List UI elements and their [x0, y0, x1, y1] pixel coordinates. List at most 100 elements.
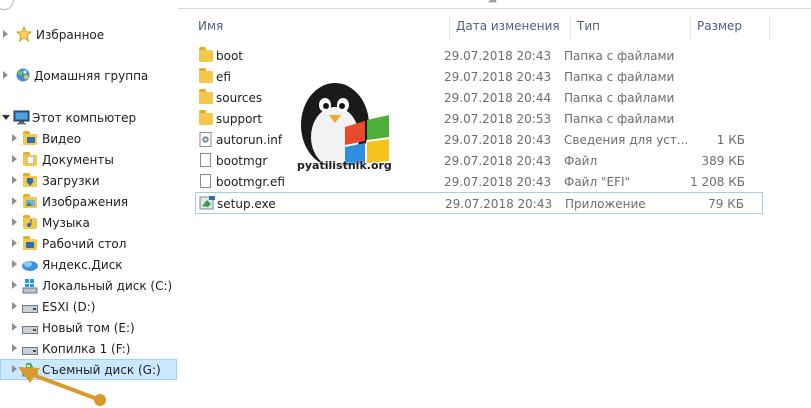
file-row[interactable]: bootmgr.efi 29.07.2018 20:43 Файл "EFI" …	[195, 172, 763, 192]
settings-file-icon	[199, 132, 213, 147]
setup-exe-icon	[199, 195, 215, 210]
nav-item-video[interactable]: Видео	[0, 129, 181, 149]
file-row[interactable]: bootmgr 29.07.2018 20:43 Файл 389 КБ	[195, 151, 763, 171]
nav-label: Домашняя группа	[34, 69, 149, 83]
expand-arrow-icon[interactable]	[12, 155, 17, 163]
folder-icon	[199, 47, 213, 62]
file-size: 79 КБ	[708, 197, 744, 211]
file-date: 29.07.2018 20:43	[444, 154, 552, 168]
expand-arrow-icon[interactable]	[12, 344, 17, 352]
file-type: Папка с файлами	[564, 112, 675, 126]
nav-label: Загрузки	[42, 174, 100, 188]
nav-label: ESXI (D:)	[42, 300, 96, 314]
file-date: 29.07.2018 20:43	[444, 49, 552, 63]
nav-label: Видео	[42, 132, 82, 146]
file-name: setup.exe	[217, 197, 276, 211]
column-divider[interactable]	[769, 15, 770, 41]
nav-label: Музыка	[42, 216, 90, 230]
file-date: 29.07.2018 20:53	[444, 112, 552, 126]
nav-label: Рабочий стол	[42, 237, 127, 251]
expand-arrow-icon[interactable]	[12, 260, 17, 268]
address-bar-area: · · · · · · · · · · · · · · · · · · · · …	[0, 0, 811, 12]
column-header-type[interactable]: Тип	[577, 19, 600, 43]
nav-label: Новый том (E:)	[42, 321, 135, 335]
expand-arrow-icon[interactable]	[12, 176, 17, 184]
folder-icon	[199, 89, 213, 104]
expand-arrow-icon[interactable]	[3, 30, 8, 38]
file-icon	[200, 174, 211, 188]
file-row[interactable]: sources 29.07.2018 20:44 Папка с файлами	[195, 88, 763, 108]
nav-item-drive-c[interactable]: Локальный диск (C:)	[0, 276, 181, 296]
watermark-text: pyatilistnik.org	[297, 159, 392, 172]
file-row[interactable]: autorun.inf 29.07.2018 20:43 Сведения дл…	[195, 130, 763, 150]
windows-drive-icon	[22, 278, 38, 294]
file-row[interactable]: boot 29.07.2018 20:43 Папка с файлами	[195, 46, 763, 66]
expand-arrow-icon[interactable]	[12, 197, 17, 205]
nav-item-drive-e[interactable]: Новый том (E:)	[0, 318, 181, 338]
file-type: Папка с файлами	[564, 70, 675, 84]
file-type: Папка с файлами	[564, 49, 675, 63]
back-button[interactable]	[0, 0, 14, 10]
yandex-disk-icon	[21, 258, 38, 272]
column-divider[interactable]	[449, 15, 450, 41]
computer-icon	[13, 110, 30, 125]
nav-item-downloads[interactable]: Загрузки	[0, 171, 181, 191]
file-type: Файл	[564, 154, 598, 168]
desktop-folder-icon	[23, 236, 37, 250]
file-row-selected[interactable]: setup.exe 29.07.2018 20:43 Приложение 79…	[195, 192, 763, 214]
nav-item-music[interactable]: Музыка	[0, 213, 181, 233]
file-date: 29.07.2018 20:43	[444, 133, 552, 147]
drive-icon	[22, 302, 38, 316]
file-type: Папка с файлами	[564, 91, 675, 105]
file-name: bootmgr.efi	[216, 175, 285, 189]
file-name: bootmgr	[216, 154, 268, 168]
nav-favorites[interactable]: Избранное	[0, 25, 181, 45]
nav-item-yandex-disk[interactable]: Яндекс.Диск	[0, 255, 181, 275]
nav-label: Избранное	[36, 28, 105, 42]
file-row[interactable]: efi 29.07.2018 20:43 Папка с файлами	[195, 67, 763, 87]
expand-arrow-icon[interactable]	[12, 323, 17, 331]
column-header-date[interactable]: Дата изменения	[456, 19, 560, 43]
file-date: 29.07.2018 20:43	[444, 175, 552, 189]
nav-label: Документы	[42, 153, 114, 167]
nav-label: Локальный диск (C:)	[42, 279, 173, 293]
annotation-arrow-icon	[18, 367, 106, 406]
pictures-folder-icon	[23, 194, 37, 208]
expand-arrow-icon[interactable]	[12, 281, 17, 289]
expand-arrow-icon[interactable]	[3, 71, 8, 79]
file-type: Приложение	[565, 197, 646, 211]
file-name: boot	[216, 49, 244, 63]
file-name: sources	[216, 91, 263, 105]
homegroup-icon	[15, 67, 31, 82]
file-name: autorun.inf	[216, 133, 283, 147]
column-header-size[interactable]: Размер	[697, 19, 742, 43]
expand-arrow-icon[interactable]	[12, 239, 17, 247]
nav-label: Копилка 1 (F:)	[42, 342, 131, 356]
navigation-pane: Избранное Домашняя группа Этот компьютер…	[0, 12, 181, 408]
nav-label: Изображения	[42, 195, 129, 209]
column-divider[interactable]	[690, 15, 691, 41]
nav-this-pc[interactable]: Этот компьютер	[0, 108, 181, 128]
file-size: 1 208 КБ	[690, 175, 745, 189]
nav-item-documents[interactable]: Документы	[0, 150, 181, 170]
expand-arrow-icon[interactable]	[12, 134, 17, 142]
column-header-name[interactable]: Имя	[198, 19, 223, 43]
file-date: 29.07.2018 20:44	[444, 91, 552, 105]
collapse-arrow-icon[interactable]	[2, 115, 10, 120]
file-size: 389 КБ	[701, 154, 745, 168]
expand-arrow-icon[interactable]	[12, 302, 17, 310]
watermark-logo: pyatilistnik.org	[297, 75, 392, 190]
nav-item-pictures[interactable]: Изображения	[0, 192, 181, 212]
file-list-pane: Имя Дата изменения Тип Размер boot 29.07…	[181, 12, 811, 408]
documents-folder-icon	[23, 152, 37, 166]
folder-icon	[199, 68, 213, 83]
nav-item-drive-d[interactable]: ESXI (D:)	[0, 297, 181, 317]
nav-item-desktop[interactable]: Рабочий стол	[0, 234, 181, 254]
downloads-folder-icon	[23, 173, 37, 187]
expand-arrow-icon[interactable]	[12, 218, 17, 226]
file-date: 29.07.2018 20:43	[444, 70, 552, 84]
file-row[interactable]: support 29.07.2018 20:53 Папка с файлами	[195, 109, 763, 129]
column-divider[interactable]	[570, 15, 571, 41]
nav-homegroup[interactable]: Домашняя группа	[0, 66, 181, 86]
file-type: Сведения для уст...	[564, 133, 689, 147]
